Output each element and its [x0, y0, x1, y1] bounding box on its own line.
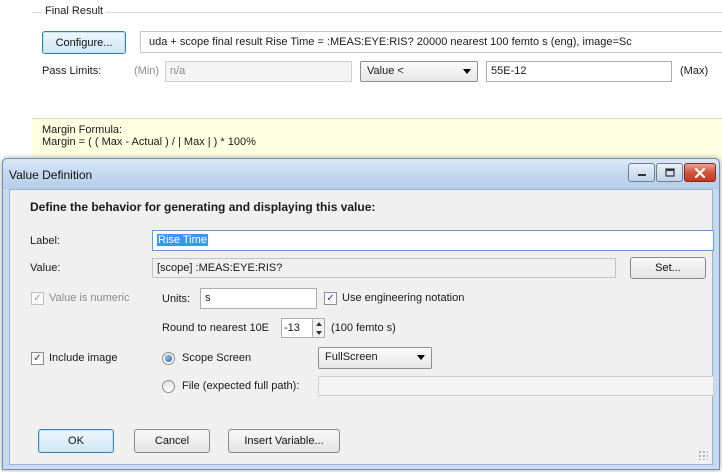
screen-mode-select[interactable]: FullScreen: [318, 347, 432, 369]
limit-operator-select[interactable]: Value <: [360, 61, 478, 82]
radio-selected-dot: [165, 355, 172, 362]
value-is-numeric-label: Value is numeric: [49, 292, 130, 304]
label-caption: Label:: [30, 235, 60, 247]
final-result-panel: Final Result Configure... uda + scope fi…: [0, 0, 722, 165]
minimize-icon: [637, 173, 646, 176]
round-caption: Round to nearest 10E: [162, 322, 270, 334]
scope-screen-radio[interactable]: [162, 352, 175, 365]
value-is-numeric-checkbox[interactable]: ✓: [31, 292, 44, 305]
group-box-border: [32, 12, 722, 13]
max-label: (Max): [680, 65, 709, 77]
set-button-label: Set...: [655, 262, 681, 274]
checkmark-icon: ✓: [326, 292, 335, 304]
round-hint: (100 femto s): [331, 322, 396, 334]
label-input-value: Rise Time: [157, 234, 208, 246]
insert-variable-button-label: Insert Variable...: [244, 435, 324, 447]
ok-button[interactable]: OK: [38, 429, 114, 453]
file-path-radio[interactable]: [162, 380, 175, 393]
spin-down-icon[interactable]: [313, 329, 324, 337]
min-label: (Min): [134, 65, 160, 77]
cancel-button[interactable]: Cancel: [134, 429, 210, 453]
dialog-title-bar[interactable]: Value Definition: [3, 159, 719, 189]
min-limit-field[interactable]: n/a: [165, 61, 352, 82]
checkmark-icon: ✓: [33, 352, 42, 364]
maximize-icon: [664, 168, 675, 177]
file-path-input[interactable]: [318, 376, 714, 396]
dropdown-arrow-icon: [463, 69, 471, 74]
margin-formula-title: Margin Formula:: [42, 124, 123, 136]
value-field: [scope] :MEAS:EYE:RIS?: [152, 258, 616, 278]
final-result-group-title: Final Result: [42, 5, 107, 17]
value-caption: Value:: [30, 262, 61, 274]
scope-screen-label: Scope Screen: [182, 352, 252, 364]
engineering-notation-label: Use engineering notation: [342, 292, 465, 304]
include-image-checkbox[interactable]: ✓: [31, 352, 44, 365]
close-button[interactable]: [684, 163, 716, 182]
cancel-button-label: Cancel: [154, 435, 190, 447]
checkmark-icon: ✓: [33, 292, 42, 304]
dropdown-arrow-icon: [417, 355, 425, 360]
engineering-notation-checkbox[interactable]: ✓: [324, 292, 337, 305]
dialog-title: Value Definition: [9, 168, 93, 182]
include-image-label: Include image: [49, 352, 118, 364]
dialog-heading: Define the behavior for generating and d…: [30, 200, 376, 214]
margin-formula-text: Margin = ( ( Max - Actual ) / | Max | ) …: [42, 136, 256, 148]
dialog-client-area: Define the behavior for generating and d…: [9, 189, 714, 465]
label-input[interactable]: Rise Time: [152, 230, 714, 251]
insert-variable-button[interactable]: Insert Variable...: [228, 429, 340, 453]
round-exponent-spinner[interactable]: [312, 318, 325, 338]
set-button[interactable]: Set...: [630, 257, 706, 279]
minimize-button[interactable]: [628, 163, 655, 182]
configure-summary: uda + scope final result Rise Time = :ME…: [140, 31, 722, 53]
screen-mode-value: FullScreen: [325, 351, 378, 363]
value-definition-dialog: Value Definition Define the behavior for…: [2, 158, 720, 470]
units-caption: Units:: [162, 293, 191, 305]
configure-button[interactable]: Configure...: [42, 31, 126, 54]
limit-operator-value: Value <: [367, 65, 404, 77]
file-path-label: File (expected full path):: [182, 380, 300, 392]
units-input[interactable]: s: [200, 288, 317, 309]
spin-up-icon[interactable]: [313, 320, 324, 328]
size-grip-icon[interactable]: [698, 450, 708, 460]
round-exponent-input[interactable]: -13: [281, 318, 315, 338]
pass-limits-label: Pass Limits:: [42, 65, 102, 77]
close-icon: [694, 167, 706, 178]
maximize-button[interactable]: [656, 163, 683, 182]
configure-button-label: Configure...: [55, 36, 113, 49]
ok-button-label: OK: [68, 435, 84, 447]
max-limit-field[interactable]: 55E-12: [486, 61, 672, 82]
